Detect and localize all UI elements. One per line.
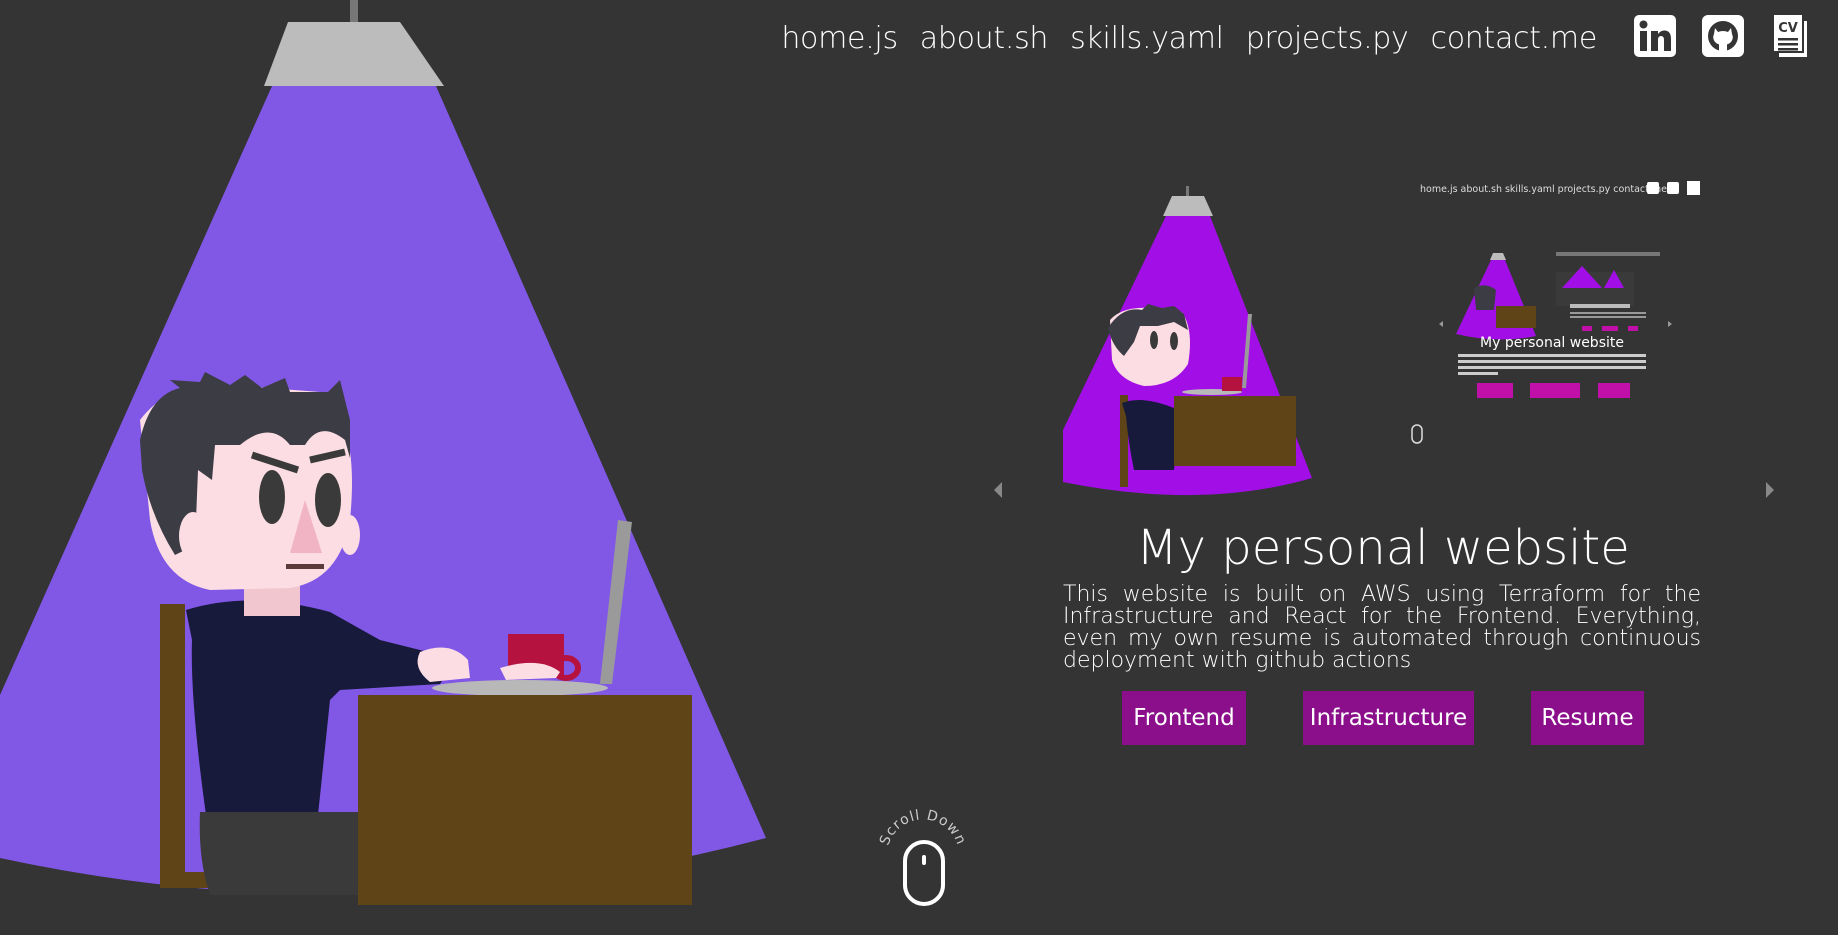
cv-icon[interactable]: CV (1770, 12, 1814, 64)
project-buttons: Frontend Infrastructure Resume (0, 691, 1838, 745)
mouse-icon (903, 840, 945, 906)
eye-right (315, 473, 341, 527)
project-carousel: home.js about.sh skills.yaml projects.py… (980, 180, 1780, 520)
preview-title-text: My personal website (1480, 335, 1624, 351)
resume-button[interactable]: Resume (1531, 691, 1644, 745)
hero-illustration (0, 0, 766, 905)
carousel-prev-arrow[interactable] (992, 480, 1004, 500)
frontend-button[interactable]: Frontend (1122, 691, 1246, 745)
preview-nav-text: home.js about.sh skills.yaml projects.py… (1420, 184, 1667, 195)
infrastructure-button[interactable]: Infrastructure (1303, 691, 1474, 745)
social-icons: CV (1622, 12, 1814, 64)
nav-contact[interactable]: contact.me (1431, 21, 1598, 56)
nav-skills[interactable]: skills.yaml (1070, 21, 1224, 56)
nav-projects[interactable]: projects.py (1246, 21, 1409, 56)
lamp-shade (264, 22, 444, 86)
lamp-cord (350, 0, 358, 24)
scroll-down-indicator[interactable]: Scroll Down (868, 805, 978, 910)
top-navigation: home.js about.sh skills.yaml projects.py… (770, 12, 1814, 64)
github-icon[interactable] (1702, 15, 1744, 61)
head-ear (179, 512, 207, 560)
project-description: This website is built on AWS using Terra… (1063, 582, 1701, 673)
project-title: My personal website (1136, 520, 1630, 576)
linkedin-icon[interactable] (1634, 15, 1676, 61)
eye-left (259, 470, 285, 524)
cv-label: CV (1778, 21, 1798, 36)
project-preview-image[interactable]: home.js about.sh skills.yaml projects.py… (1062, 180, 1714, 500)
carousel-next-arrow[interactable] (1764, 480, 1776, 500)
nav-home[interactable]: home.js (781, 21, 898, 56)
nav-about[interactable]: about.sh (920, 21, 1049, 56)
